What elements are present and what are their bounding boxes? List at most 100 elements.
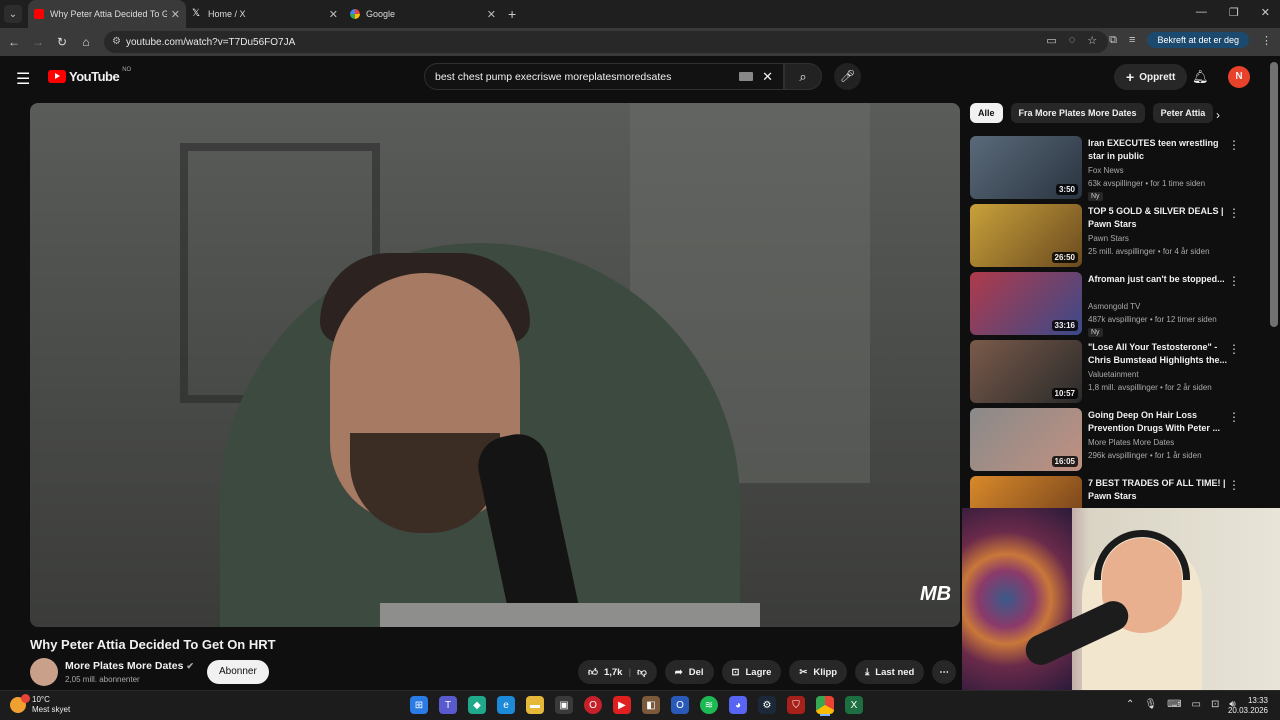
video-thumbnail[interactable]: 10:57 <box>970 340 1082 403</box>
more-actions-button[interactable]: ⋯ <box>932 660 956 684</box>
related-video-item[interactable]: 16:05 Going Deep On Hair Loss Prevention… <box>970 408 1248 476</box>
tab-google[interactable]: Google ✕ <box>344 0 502 28</box>
bookmark-star-icon[interactable]: ☆ <box>1087 34 1097 47</box>
related-video-title[interactable]: "Lose All Your Testosterone" - Chris Bum… <box>1088 341 1228 367</box>
more-options-icon[interactable]: ⋮ <box>1228 138 1240 152</box>
excel-icon[interactable]: X <box>845 696 863 714</box>
chip-channel[interactable]: Fra More Plates More Dates <box>1010 103 1145 123</box>
related-video-item[interactable]: 26:50 TOP 5 GOLD & SILVER DEALS | Pawn S… <box>970 204 1248 272</box>
video-thumbnail[interactable]: 26:50 <box>970 204 1082 267</box>
reading-list-icon[interactable]: ≡ <box>1129 34 1135 46</box>
extensions-icon[interactable]: ⧉ <box>1109 34 1117 47</box>
weather-widget[interactable]: 10°C Mest skyet <box>10 694 70 715</box>
related-video-title[interactable]: Iran EXECUTES teen wrestling star in pub… <box>1088 137 1228 163</box>
edge-icon[interactable]: e <box>497 696 515 714</box>
url-field[interactable]: ⚙ youtube.com/watch?v=T7Du56FO7JA <box>104 31 1108 53</box>
file-explorer-icon[interactable]: ▬ <box>526 696 544 714</box>
download-button[interactable]: ⤓ Last ned <box>855 660 925 684</box>
close-window-button[interactable]: ✕ <box>1261 6 1270 19</box>
opera-icon[interactable]: O <box>584 696 602 714</box>
start-icon[interactable]: ⊞ <box>410 696 428 714</box>
chevron-up-icon[interactable]: ⌃ <box>1126 699 1134 710</box>
outlook-icon[interactable]: O <box>671 696 689 714</box>
related-video-item[interactable]: 10:57 "Lose All Your Testosterone" - Chr… <box>970 340 1248 408</box>
clip-button[interactable]: ✂ Klipp <box>789 660 848 684</box>
spotify-icon[interactable]: ≋ <box>700 696 718 714</box>
thumbs-down-icon[interactable]: 👎︎ <box>637 666 647 678</box>
more-options-icon[interactable]: ⋮ <box>1228 206 1240 220</box>
app-icon[interactable]: ◆ <box>468 696 486 714</box>
video-player[interactable]: MB <box>30 103 960 627</box>
date: 20.03.2026 <box>1227 706 1268 715</box>
display-icon[interactable]: ▭ <box>1192 699 1201 710</box>
maximize-button[interactable]: ❐ <box>1229 6 1239 19</box>
related-video-title[interactable]: Going Deep On Hair Loss Prevention Drugs… <box>1088 409 1228 435</box>
teams-icon[interactable]: T <box>439 696 457 714</box>
clock[interactable]: 13:33 20.03.2026 <box>1226 696 1268 716</box>
related-video-item[interactable]: 3:50 Iran EXECUTES teen wrestling star i… <box>970 136 1248 204</box>
store-icon[interactable]: ▣ <box>555 696 573 714</box>
video-thumbnail[interactable]: 3:50 <box>970 136 1082 199</box>
subscribe-button[interactable]: Abonner <box>207 660 269 684</box>
chip-all[interactable]: Alle <box>970 103 1003 123</box>
more-options-icon[interactable]: ⋮ <box>1228 478 1240 492</box>
keyboard-tray-icon[interactable]: ⌨ <box>1167 699 1181 710</box>
profile-verify-button[interactable]: Bekreft at det er deg <box>1147 32 1249 48</box>
channel-name-row[interactable]: More Plates More Dates ✔ <box>65 660 194 672</box>
antivirus-icon[interactable]: ⛉ <box>787 696 805 714</box>
more-options-icon[interactable]: ⋮ <box>1228 410 1240 424</box>
video-thumbnail[interactable]: 33:16 <box>970 272 1082 335</box>
like-button[interactable]: 👍︎ 1,7k | 👎︎ <box>578 660 657 684</box>
forward-button[interactable]: → <box>26 35 50 49</box>
chevron-right-icon[interactable]: › <box>1216 108 1220 122</box>
channel-avatar[interactable] <box>30 658 58 686</box>
close-icon[interactable]: ✕ <box>329 8 338 21</box>
youtube-app-icon[interactable]: ▶ <box>613 696 631 714</box>
url-text: youtube.com/watch?v=T7Du56FO7JA <box>126 36 296 48</box>
back-button[interactable]: ← <box>2 35 26 49</box>
new-tab-button[interactable]: + <box>508 6 516 22</box>
search-input[interactable]: best chest pump execriswe moreplatesmore… <box>424 63 784 90</box>
more-options-icon[interactable]: ⋮ <box>1228 342 1240 356</box>
related-video-item[interactable]: 33:16 Afroman just can't be stopped... A… <box>970 272 1248 340</box>
search-button[interactable]: ⌕ <box>784 63 822 90</box>
steam-icon[interactable]: ⚙ <box>758 696 776 714</box>
channel-name: More Plates More Dates <box>65 660 184 672</box>
site-info-icon[interactable]: ⚙ <box>112 36 121 47</box>
voice-search-button[interactable]: 🎤︎ <box>834 63 861 90</box>
create-button[interactable]: + Opprett <box>1114 64 1188 90</box>
clear-search-icon[interactable]: ✕ <box>762 69 773 85</box>
related-video-title[interactable]: TOP 5 GOLD & SILVER DEALS | Pawn Stars <box>1088 205 1228 231</box>
microphone-tray-icon[interactable]: 🎙︎ <box>1144 699 1157 710</box>
tab-youtube[interactable]: Why Peter Attia Decided To Ge ✕ <box>28 0 186 28</box>
discord-icon[interactable]: ◕ <box>729 696 747 714</box>
like-count: 1,7k <box>603 666 623 678</box>
related-video-title[interactable]: Afroman just can't be stopped... <box>1088 273 1228 286</box>
avatar[interactable]: N <box>1228 66 1250 88</box>
menu-icon[interactable]: ☰ <box>16 69 30 89</box>
chrome-icon[interactable] <box>816 696 834 714</box>
browser-menu-icon[interactable]: ⋮ <box>1261 34 1272 47</box>
chip-peter-attia[interactable]: Peter Attia <box>1152 103 1214 123</box>
video-thumbnail[interactable]: 16:05 <box>970 408 1082 471</box>
close-icon[interactable]: ✕ <box>487 8 496 21</box>
share-button[interactable]: ➦ Del <box>664 660 714 684</box>
related-video-title[interactable]: 7 BEST TRADES OF ALL TIME! | Pawn Stars <box>1088 477 1228 503</box>
video-title: Why Peter Attia Decided To Get On HRT <box>30 637 276 652</box>
close-icon[interactable]: ✕ <box>171 8 180 21</box>
game-icon[interactable]: ◧ <box>642 696 660 714</box>
youtube-logo[interactable]: YouTube NO <box>48 67 131 84</box>
tab-search-menu-button[interactable]: ⌄ <box>4 5 22 23</box>
page-scrollbar[interactable] <box>1270 62 1278 327</box>
tab-x[interactable]: 𝕏 Home / X ✕ <box>186 0 344 28</box>
network-icon[interactable]: ⊡ <box>1211 699 1219 710</box>
cast-icon[interactable]: ▭ <box>1046 34 1056 47</box>
notifications-bell-icon[interactable]: 🔔︎ <box>1192 69 1209 85</box>
minimize-button[interactable]: — <box>1196 6 1207 19</box>
reload-button[interactable]: ↻ <box>50 35 74 49</box>
keyboard-icon[interactable] <box>739 72 753 81</box>
home-button[interactable]: ⌂ <box>74 35 98 49</box>
eye-off-icon[interactable]: ◌ <box>1069 34 1076 46</box>
more-options-icon[interactable]: ⋮ <box>1228 274 1240 288</box>
save-button[interactable]: ⊡ Lagre <box>721 660 782 684</box>
